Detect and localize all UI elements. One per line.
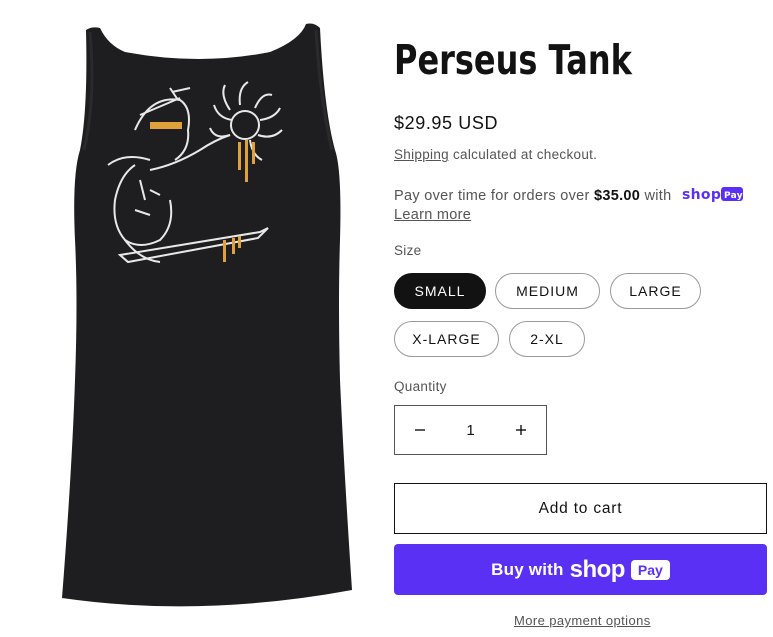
more-payment-options-link[interactable]: More payment options xyxy=(514,613,651,628)
pay-badge: Pay xyxy=(630,559,670,580)
installments-suffix: with xyxy=(640,188,672,204)
size-option-x-large[interactable]: X-LARGE xyxy=(394,321,499,357)
quantity-label: Quantity xyxy=(394,379,447,394)
size-option-2-xl[interactable]: 2-XL xyxy=(509,321,585,357)
quantity-input[interactable]: 1 xyxy=(445,406,496,454)
add-to-cart-button[interactable]: Add to cart xyxy=(394,483,767,534)
shop-pay-logo: shop Pay xyxy=(682,186,744,206)
buy-with-shop-pay-button[interactable]: Buy with shop Pay xyxy=(394,544,767,595)
size-option-large[interactable]: LARGE xyxy=(610,273,701,309)
quantity-selector: 1 xyxy=(394,405,547,455)
size-option-medium[interactable]: MEDIUM xyxy=(495,273,600,309)
shipping-link[interactable]: Shipping xyxy=(394,147,449,162)
buy-with-label: Buy with xyxy=(491,559,564,579)
product-price: $29.95 USD xyxy=(394,113,499,133)
increase-quantity-button[interactable] xyxy=(496,406,546,454)
installments-amount: $35.00 xyxy=(594,188,641,204)
learn-more-link[interactable]: Learn more xyxy=(394,207,471,223)
product-image xyxy=(0,0,380,637)
minus-icon xyxy=(415,429,425,431)
shop-logo-word: shop xyxy=(569,555,626,583)
decrease-quantity-button[interactable] xyxy=(395,406,445,454)
size-option-small[interactable]: SMALL xyxy=(394,273,486,309)
svg-text:shop: shop xyxy=(682,187,721,202)
eye-bar-accent xyxy=(150,122,182,129)
size-label: Size xyxy=(394,243,422,258)
plus-icon xyxy=(516,425,526,435)
installments-banner: Pay over time for orders over $35.00 wit… xyxy=(394,186,744,206)
shipping-note: Shipping calculated at checkout. xyxy=(394,147,597,162)
shipping-text: calculated at checkout. xyxy=(448,147,598,162)
installments-prefix: Pay over time for orders over xyxy=(394,188,594,204)
svg-text:Pay: Pay xyxy=(724,191,743,201)
product-title: Perseus Tank xyxy=(394,36,632,84)
tank-top-image xyxy=(62,23,352,607)
